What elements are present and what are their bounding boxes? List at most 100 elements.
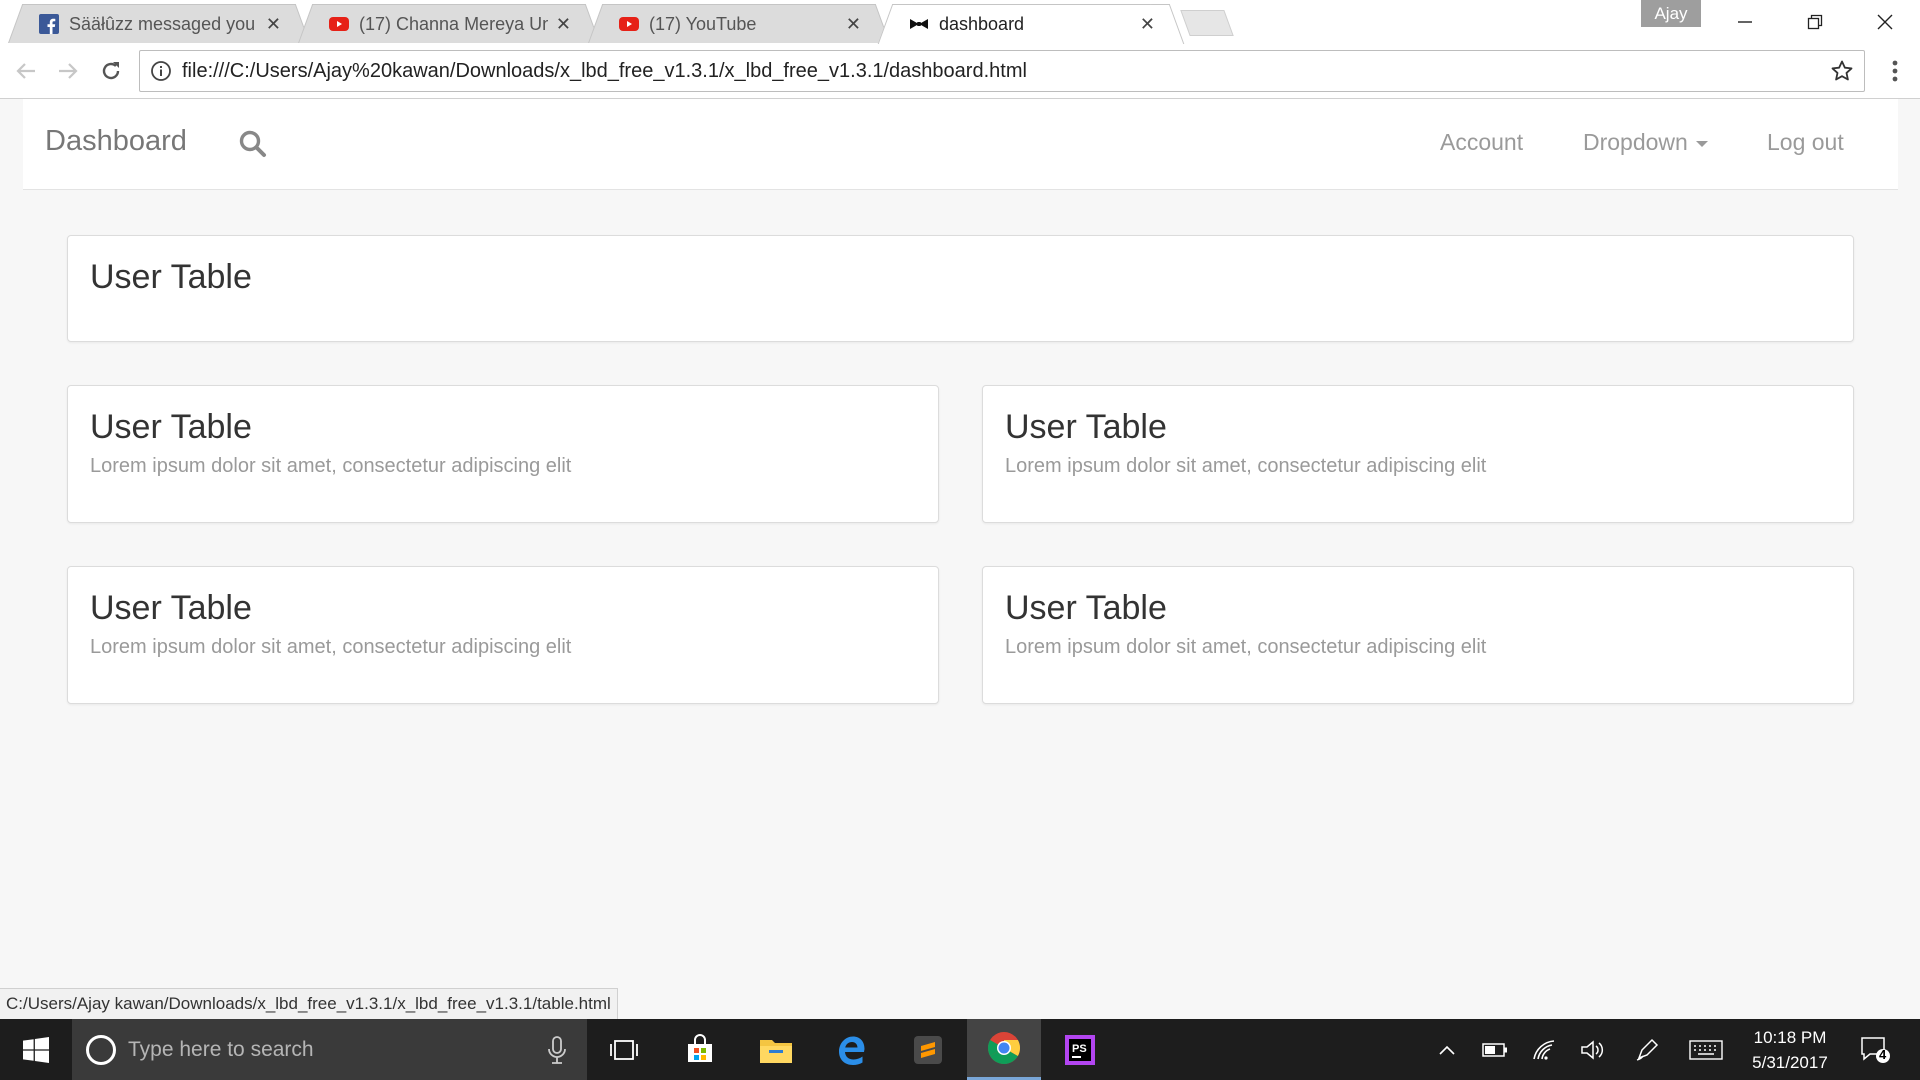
user-table-card: User Table Lorem ipsum dolor sit amet, c… xyxy=(982,385,1854,523)
tab-youtube-channa[interactable]: (17) Channa Mereya Unp ✕ xyxy=(314,4,584,43)
reload-button[interactable] xyxy=(93,53,129,89)
notification-count: 4 xyxy=(1879,1047,1887,1062)
browser-menu-button[interactable] xyxy=(1880,53,1910,89)
page-content: Dashboard Account Dropdown Log out User … xyxy=(0,99,1920,1017)
wifi-icon xyxy=(1533,1039,1555,1060)
taskbar-search-box[interactable]: Type here to search xyxy=(72,1019,587,1080)
nav-link-account[interactable]: Account xyxy=(1440,129,1523,156)
clock-time: 10:18 PM xyxy=(1753,1028,1827,1047)
user-table-card: User Table Lorem ipsum dolor sit amet, c… xyxy=(982,566,1854,704)
user-table-card: User Table Lorem ipsum dolor sit amet, c… xyxy=(67,385,939,523)
taskbar-phpstorm[interactable]: PS xyxy=(1043,1019,1117,1080)
sublime-text-icon xyxy=(914,1035,942,1064)
card-title: User Table xyxy=(1005,589,1167,627)
clock-date: 5/31/2017 xyxy=(1752,1053,1828,1072)
card-category: Lorem ipsum dolor sit amet, consectetur … xyxy=(1005,455,1487,477)
taskbar-chrome[interactable] xyxy=(967,1019,1041,1080)
close-window-button[interactable] xyxy=(1850,0,1920,43)
nav-dropdown-label: Dropdown xyxy=(1583,129,1688,155)
nav-link-logout[interactable]: Log out xyxy=(1767,129,1844,156)
close-tab-icon[interactable]: ✕ xyxy=(846,14,861,35)
action-center-button[interactable]: 4 xyxy=(1852,1019,1898,1080)
tab-title: dashboard xyxy=(939,13,1025,34)
keyboard-icon xyxy=(1689,1039,1723,1060)
task-view-icon xyxy=(610,1039,638,1060)
arrow-left-icon xyxy=(16,63,35,79)
navbar-brand[interactable]: Dashboard xyxy=(45,125,187,158)
search-icon[interactable] xyxy=(238,129,268,159)
restore-button[interactable] xyxy=(1780,0,1850,43)
windows-ink-button[interactable] xyxy=(1630,1019,1664,1080)
taskbar-store[interactable] xyxy=(663,1019,737,1080)
taskbar-search-placeholder: Type here to search xyxy=(128,1037,314,1061)
nav-dropdown[interactable]: Dropdown xyxy=(1583,129,1708,156)
show-hidden-icons-button[interactable] xyxy=(1430,1019,1464,1080)
new-tab-button[interactable] xyxy=(1180,10,1234,36)
card-title: User Table xyxy=(1005,408,1167,446)
svg-text:PS: PS xyxy=(1072,1043,1087,1055)
reload-icon xyxy=(102,62,120,80)
speaker-icon xyxy=(1581,1039,1604,1060)
caret-down-icon xyxy=(1695,140,1708,147)
profile-badge[interactable]: Ajay xyxy=(1641,0,1701,27)
battery-icon xyxy=(1482,1042,1507,1057)
chrome-icon xyxy=(987,1032,1021,1064)
info-icon[interactable] xyxy=(150,60,172,82)
url-text: file:///C:/Users/Ajay%20kawan/Downloads/… xyxy=(182,59,1027,82)
phpstorm-icon: PS xyxy=(1065,1034,1095,1065)
start-button[interactable] xyxy=(0,1019,72,1080)
taskbar-sublime[interactable] xyxy=(891,1019,965,1080)
top-navbar: Dashboard Account Dropdown Log out xyxy=(23,99,1898,190)
taskbar-clock[interactable]: 10:18 PM 5/31/2017 xyxy=(1730,1025,1850,1075)
browser-toolbar: file:///C:/Users/Ajay%20kawan/Downloads/… xyxy=(0,43,1920,99)
address-bar[interactable]: file:///C:/Users/Ajay%20kawan/Downloads/… xyxy=(139,50,1865,92)
close-icon xyxy=(1877,14,1893,29)
card-category: Lorem ipsum dolor sit amet, consectetur … xyxy=(1005,636,1487,658)
user-table-card: User Table Lorem ipsum dolor sit amet, c… xyxy=(67,566,939,704)
tab-youtube[interactable]: (17) YouTube ✕ xyxy=(604,4,874,43)
tab-dashboard[interactable]: dashboard ✕ xyxy=(894,4,1168,43)
restore-icon xyxy=(1807,14,1823,29)
forward-button[interactable] xyxy=(50,53,86,89)
minimize-button[interactable] xyxy=(1710,0,1780,43)
card-category: Lorem ipsum dolor sit amet, consectetur … xyxy=(90,455,572,477)
windows-taskbar: Type here to search PS 10:18 PM 5/31/201… xyxy=(0,1019,1920,1080)
close-tab-icon[interactable]: ✕ xyxy=(1140,14,1155,35)
task-view-button[interactable] xyxy=(587,1019,661,1080)
battery-status[interactable] xyxy=(1478,1019,1512,1080)
link-status-bubble: C:/Users/Ajay kawan/Downloads/x_lbd_free… xyxy=(0,988,618,1019)
card-title: User Table xyxy=(90,258,252,296)
taskbar-edge[interactable] xyxy=(815,1019,889,1080)
network-status[interactable] xyxy=(1528,1019,1562,1080)
card-title: User Table xyxy=(90,589,252,627)
microphone-icon[interactable] xyxy=(545,1035,569,1065)
back-button[interactable] xyxy=(8,53,44,89)
chevron-up-icon xyxy=(1439,1045,1455,1055)
edge-icon xyxy=(839,1036,865,1065)
store-icon xyxy=(688,1033,712,1062)
tab-title: (17) YouTube xyxy=(649,13,757,34)
minimize-icon xyxy=(1738,20,1752,23)
touch-keyboard-button[interactable] xyxy=(1686,1019,1726,1080)
card-category: Lorem ipsum dolor sit amet, consectetur … xyxy=(90,636,572,658)
close-tab-icon[interactable]: ✕ xyxy=(556,14,571,35)
bowtie-icon xyxy=(910,19,928,29)
bookmark-star-icon[interactable] xyxy=(1830,59,1854,83)
pen-icon xyxy=(1636,1038,1659,1061)
youtube-icon xyxy=(619,17,639,31)
more-vertical-icon xyxy=(1892,60,1898,82)
close-tab-icon[interactable]: ✕ xyxy=(266,14,281,35)
user-table-card-top: User Table xyxy=(67,235,1854,342)
tab-title: Sääłûzz messaged you xyxy=(69,13,256,34)
tab-facebook[interactable]: Sääłûzz messaged you ✕ xyxy=(24,4,294,43)
facebook-icon xyxy=(39,14,59,34)
windows-logo-icon xyxy=(23,1036,49,1063)
volume-control[interactable] xyxy=(1576,1019,1610,1080)
card-title: User Table xyxy=(90,408,252,446)
folder-icon xyxy=(760,1039,792,1063)
cortana-icon xyxy=(86,1034,116,1065)
taskbar-file-explorer[interactable] xyxy=(739,1019,813,1080)
youtube-icon xyxy=(329,17,349,31)
arrow-right-icon xyxy=(59,63,78,79)
tab-title: (17) Channa Mereya Unp xyxy=(359,13,548,34)
